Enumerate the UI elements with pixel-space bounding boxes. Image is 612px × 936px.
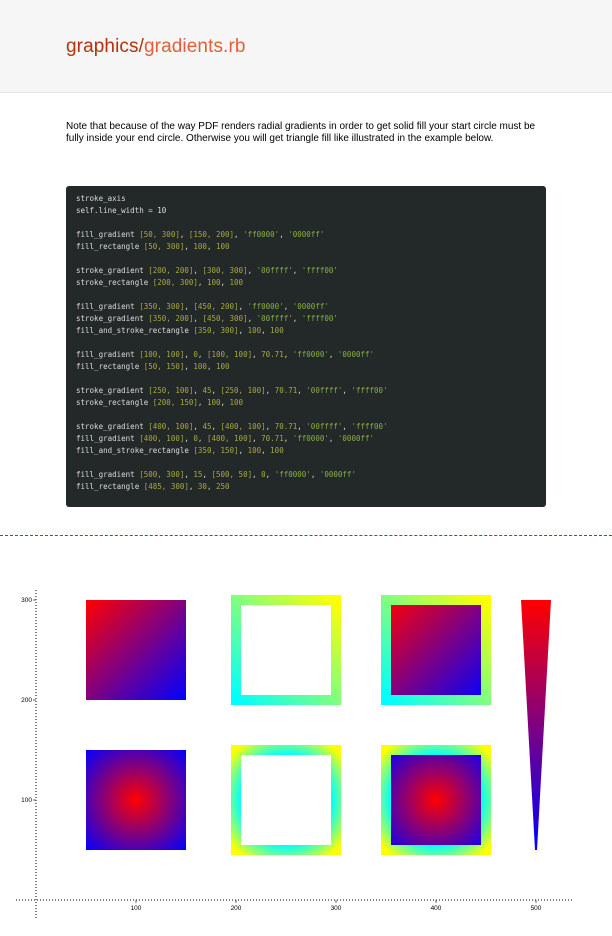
code-line: stroke_rectangle [200, 150], 100, 100	[76, 398, 244, 407]
code-line: fill_rectangle [50, 300], 100, 100	[76, 242, 230, 251]
code-line: fill_and_stroke_rectangle [350, 300], 10…	[76, 326, 284, 335]
y-tick-label: 300	[21, 597, 32, 604]
code-line: stroke_rectangle [200, 300], 100, 100	[76, 278, 244, 287]
code-line: stroke_gradient [350, 200], [450, 300], …	[76, 314, 338, 323]
gradients-figure: 100 200 300 400 500 100 200 300	[16, 590, 572, 920]
y-tick-label: 200	[21, 697, 32, 704]
code-line: self.line_width = 10	[76, 206, 167, 215]
linear-fill-and-stroke-rectangle	[381, 595, 491, 705]
page-header: graphics/gradients.rb	[0, 0, 612, 93]
radial-fill-rectangle	[86, 750, 186, 850]
x-axis-ticks: 100 200 300 400 500	[131, 900, 542, 912]
code-line: stroke_gradient [400, 100], 45, [400, 10…	[76, 422, 388, 431]
triangle-fill-shape	[521, 600, 551, 850]
page-title: graphics/gradients.rb	[66, 36, 246, 58]
x-tick-label: 500	[531, 905, 542, 912]
code-line: fill_rectangle [50, 150], 100, 100	[76, 362, 230, 371]
title-folder: graphics/	[66, 36, 144, 57]
y-tick-label: 100	[21, 797, 32, 804]
linear-stroke-rectangle	[231, 595, 341, 705]
x-tick-label: 400	[431, 905, 442, 912]
code-line: fill_and_stroke_rectangle [350, 150], 10…	[76, 446, 284, 455]
section-divider	[0, 535, 612, 536]
y-axis-ticks: 100 200 300	[21, 597, 36, 804]
linear-fill-rectangle	[86, 600, 186, 700]
code-line: fill_gradient [400, 100], 0, [400, 100],…	[76, 434, 375, 443]
intro-paragraph: Note that because of the way PDF renders…	[66, 121, 536, 144]
code-line: fill_gradient [100, 100], 0, [100, 100],…	[76, 350, 375, 359]
title-file: gradients.rb	[144, 36, 246, 57]
code-line: fill_gradient [500, 300], 15, [500, 50],…	[76, 470, 356, 479]
code-line: fill_gradient [50, 300], [150, 200], 'ff…	[76, 230, 325, 239]
code-line: stroke_gradient [250, 100], 45, [250, 10…	[76, 386, 388, 395]
x-tick-label: 100	[131, 905, 142, 912]
code-line: fill_gradient [350, 300], [450, 200], 'f…	[76, 302, 329, 311]
radial-stroke-rectangle	[231, 745, 341, 855]
code-line: fill_rectangle [485, 300], 30, 250	[76, 482, 230, 491]
radial-fill-and-stroke-rectangle	[381, 745, 491, 855]
x-tick-label: 200	[231, 905, 242, 912]
x-tick-label: 300	[331, 905, 342, 912]
code-line: stroke_axis	[76, 194, 126, 203]
code-block: stroke_axis self.line_width = 10 fill_gra…	[66, 186, 546, 507]
code-line: stroke_gradient [200, 200], [300, 300], …	[76, 266, 338, 275]
